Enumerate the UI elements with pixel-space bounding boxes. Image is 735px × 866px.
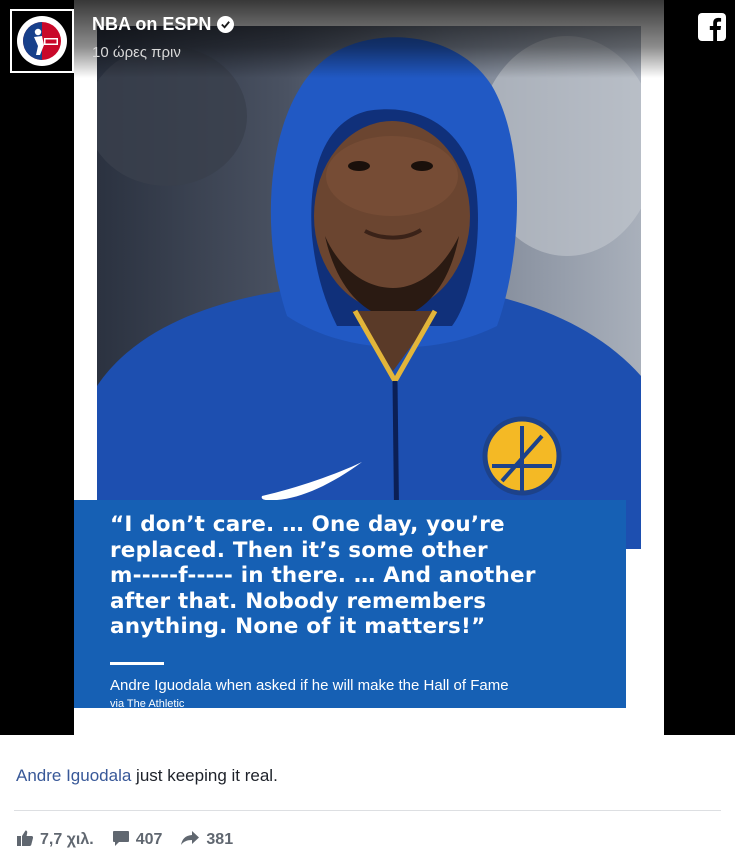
quote-source: via The Athletic — [110, 697, 185, 710]
share-arrow-icon — [180, 829, 200, 852]
page-avatar[interactable] — [10, 9, 74, 73]
tagged-person-link[interactable]: Andre Iguodala — [16, 766, 131, 785]
post-caption: Andre Iguodala just keeping it real. — [16, 766, 278, 786]
comment-count: 407 — [135, 831, 163, 848]
share-stat[interactable]: 381 — [180, 829, 233, 852]
like-count: 7,7 χιλ. — [40, 831, 94, 848]
like-stat[interactable]: 7,7 χιλ. — [16, 829, 94, 852]
engagement-bar: 7,7 χιλ. 407 381 — [16, 827, 233, 853]
divider — [14, 810, 721, 811]
post-media[interactable]: NBA on ESPN 10 ώρες πριν “I don’t care. … — [0, 0, 735, 735]
facebook-icon[interactable] — [698, 13, 726, 41]
thumbs-up-icon — [16, 829, 34, 852]
quote-attribution: Andre Iguodala when asked if he will mak… — [110, 676, 509, 694]
quote-box: “I don’t care. … One day, you’re replace… — [74, 500, 626, 710]
quote-text: “I don’t care. … One day, you’re replace… — [110, 512, 536, 639]
nba-espn-logo-icon — [17, 16, 67, 66]
verified-badge-icon — [217, 16, 235, 33]
header-overlay — [0, 0, 735, 78]
post-timestamp[interactable]: 10 ώρες πριν — [92, 44, 181, 61]
comment-stat[interactable]: 407 — [112, 829, 163, 852]
quote-divider — [110, 661, 164, 665]
page-name-label[interactable]: NBA on ESPN — [92, 14, 211, 35]
comment-icon — [112, 829, 130, 852]
share-count: 381 — [206, 831, 234, 848]
caption-text: just keeping it real. — [131, 766, 278, 785]
player-photo — [97, 26, 641, 549]
page-name[interactable]: NBA on ESPN — [92, 14, 235, 35]
